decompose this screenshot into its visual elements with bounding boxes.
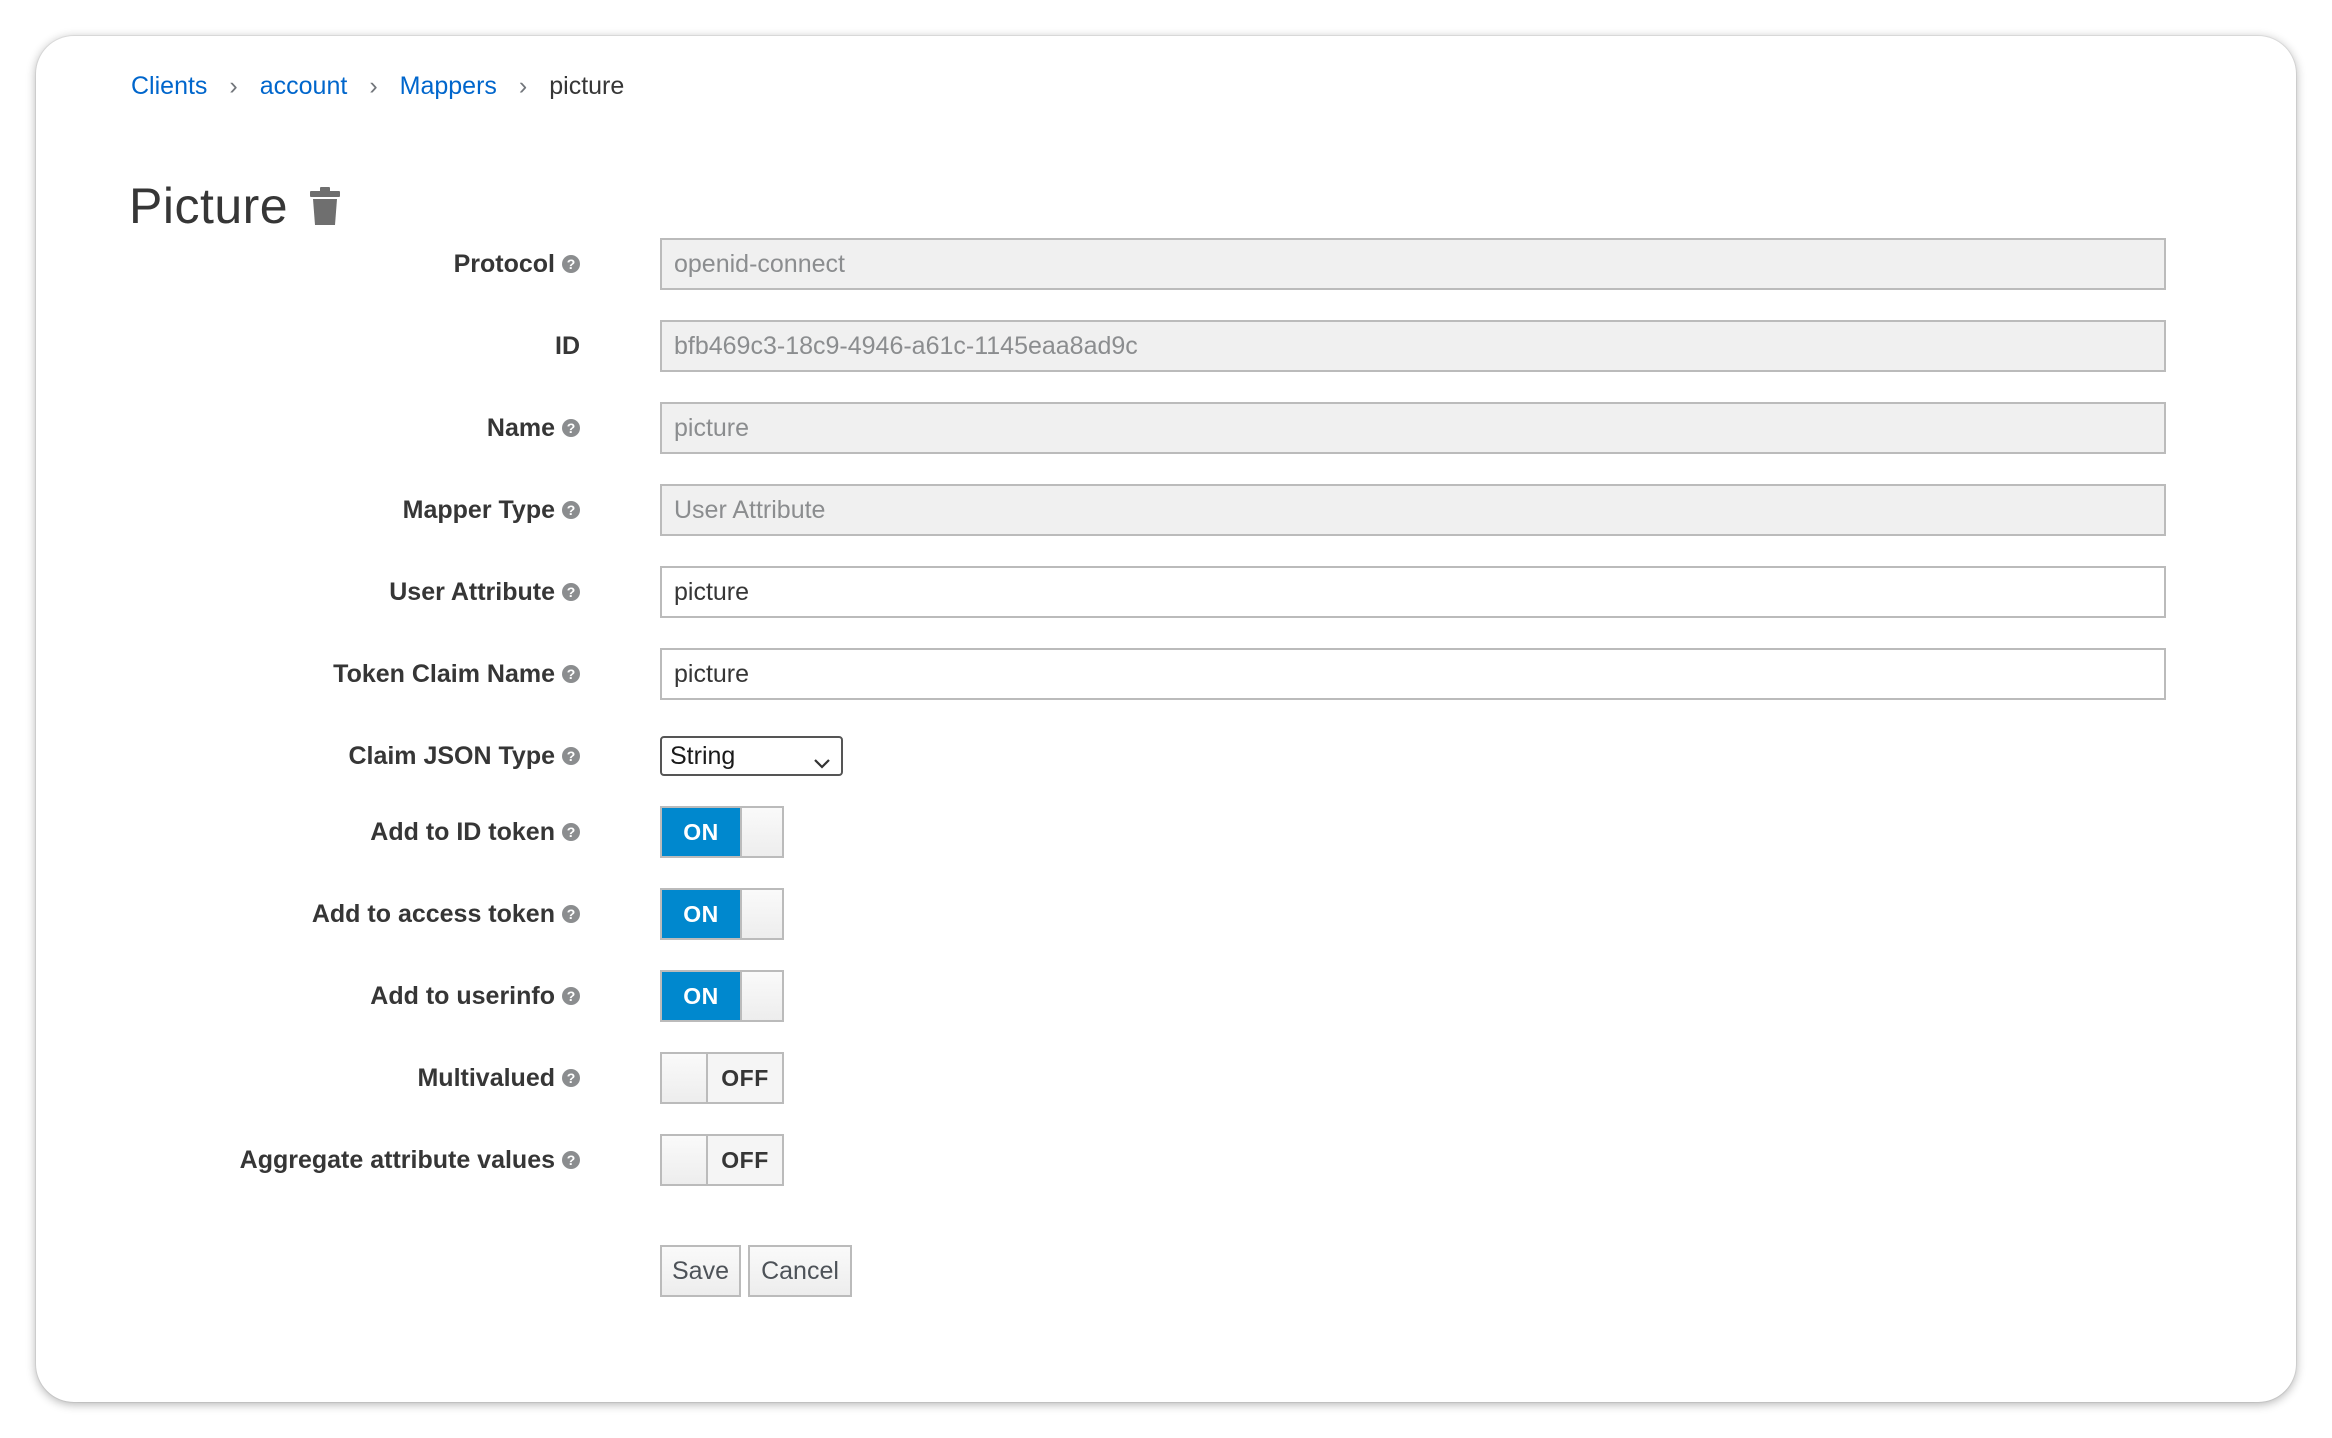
- page-title: Picture: [129, 178, 289, 234]
- add-to-id-token-label: Add to ID token ?: [370, 806, 580, 858]
- protocol-field[interactable]: [660, 238, 2166, 290]
- chevron-down-icon: [813, 748, 831, 777]
- form-row-multivalued: Multivalued ? OFF: [36, 1052, 2296, 1104]
- breadcrumb: Clients › account › Mappers › picture: [131, 54, 624, 118]
- form-actions: Save Cancel: [36, 1245, 2296, 1297]
- form-row-user-attribute: User Attribute ?: [36, 566, 2296, 618]
- mapper-type-label: Mapper Type ?: [403, 484, 580, 536]
- claim-json-type-select[interactable]: String: [660, 736, 843, 776]
- form-row-add-to-access-token: Add to access token ? ON: [36, 888, 2296, 940]
- breadcrumb-separator: ›: [518, 71, 528, 100]
- multivalued-label: Multivalued ?: [417, 1052, 580, 1104]
- protocol-label: Protocol ?: [454, 238, 580, 290]
- form-row-mapper-type: Mapper Type ?: [36, 484, 2296, 536]
- form-row-protocol: Protocol ?: [36, 238, 2296, 290]
- user-attribute-field[interactable]: [660, 566, 2166, 618]
- app-window: Clients › account › Mappers › picture Pi…: [36, 36, 2296, 1402]
- aggregate-attribute-values-toggle[interactable]: OFF: [660, 1134, 784, 1186]
- add-to-userinfo-toggle[interactable]: ON: [660, 970, 784, 1022]
- help-icon[interactable]: ?: [562, 747, 580, 765]
- help-icon[interactable]: ?: [562, 255, 580, 273]
- form-row-aggregate-attribute-values: Aggregate attribute values ? OFF: [36, 1134, 2296, 1186]
- aggregate-attribute-values-label: Aggregate attribute values ?: [240, 1134, 580, 1186]
- name-field[interactable]: [660, 402, 2166, 454]
- breadcrumb-account[interactable]: account: [260, 72, 348, 101]
- claim-json-type-label: Claim JSON Type ?: [348, 730, 580, 782]
- toggle-knob: [740, 808, 782, 856]
- toggle-knob: [740, 972, 782, 1020]
- form-row-token-claim-name: Token Claim Name ?: [36, 648, 2296, 700]
- trash-icon[interactable]: [310, 187, 341, 225]
- id-label: ID: [555, 331, 580, 360]
- form-row-add-to-id-token: Add to ID token ? ON: [36, 806, 2296, 858]
- cancel-button[interactable]: Cancel: [748, 1245, 852, 1297]
- help-icon[interactable]: ?: [562, 501, 580, 519]
- form-row-claim-json-type: Claim JSON Type ? String: [36, 730, 2296, 782]
- token-claim-name-label: Token Claim Name ?: [333, 648, 580, 700]
- breadcrumb-mappers[interactable]: Mappers: [400, 72, 497, 101]
- mapper-type-field[interactable]: [660, 484, 2166, 536]
- add-to-id-token-toggle[interactable]: ON: [660, 806, 784, 858]
- help-icon[interactable]: ?: [562, 1069, 580, 1087]
- help-icon[interactable]: ?: [562, 665, 580, 683]
- breadcrumb-clients[interactable]: Clients: [131, 72, 207, 101]
- page-header: Picture: [129, 171, 341, 241]
- breadcrumb-current: picture: [549, 71, 625, 100]
- help-icon[interactable]: ?: [562, 823, 580, 841]
- help-icon[interactable]: ?: [562, 1151, 580, 1169]
- help-icon[interactable]: ?: [562, 905, 580, 923]
- toggle-knob: [740, 890, 782, 938]
- id-field[interactable]: [660, 320, 2166, 372]
- add-to-userinfo-label: Add to userinfo ?: [370, 970, 580, 1022]
- user-attribute-label: User Attribute ?: [389, 566, 580, 618]
- multivalued-toggle[interactable]: OFF: [660, 1052, 784, 1104]
- help-icon[interactable]: ?: [562, 987, 580, 1005]
- form-row-id: ID: [36, 320, 2296, 372]
- token-claim-name-field[interactable]: [660, 648, 2166, 700]
- breadcrumb-separator: ›: [369, 71, 378, 100]
- add-to-access-token-toggle[interactable]: ON: [660, 888, 784, 940]
- help-icon[interactable]: ?: [562, 583, 580, 601]
- form-row-add-to-userinfo: Add to userinfo ? ON: [36, 970, 2296, 1022]
- breadcrumb-separator: ›: [229, 71, 238, 100]
- name-label: Name ?: [487, 402, 580, 454]
- save-button[interactable]: Save: [660, 1245, 741, 1297]
- toggle-knob: [662, 1054, 708, 1102]
- help-icon[interactable]: ?: [562, 419, 580, 437]
- add-to-access-token-label: Add to access token ?: [312, 888, 580, 940]
- toggle-knob: [662, 1136, 708, 1184]
- form-row-name: Name ?: [36, 402, 2296, 454]
